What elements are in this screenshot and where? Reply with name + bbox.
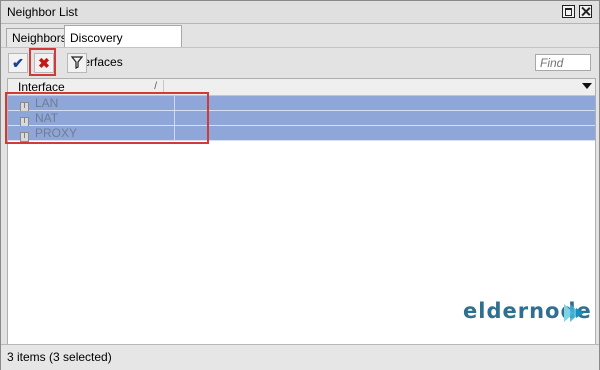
play-arrow-icon (564, 304, 584, 322)
tab-neighbors[interactable]: Neighbors (6, 28, 68, 47)
maximize-button[interactable] (562, 5, 575, 18)
rows-highlight (5, 92, 209, 144)
enable-button[interactable]: ✔ (8, 53, 28, 73)
checkmark-icon: ✔ (12, 55, 24, 71)
column-menu-arrow-icon[interactable] (582, 83, 592, 89)
window-title: Neighbor List (7, 5, 78, 19)
status-bar: 3 items (3 selected) (1, 344, 599, 370)
status-text: 3 items (3 selected) (7, 350, 112, 364)
filter-button[interactable] (67, 53, 87, 73)
neighbor-list-window: Neighbor List Neighbors Discovery Interf… (0, 0, 600, 370)
title-bar: Neighbor List (1, 1, 599, 24)
watermark-part1: elder (463, 299, 530, 323)
close-button[interactable] (579, 5, 592, 18)
funnel-icon (70, 56, 84, 69)
tab-discovery-interfaces[interactable]: Discovery Interfaces (64, 25, 182, 69)
disable-button-highlight (29, 48, 56, 76)
toolbar-divider (1, 47, 599, 48)
find-input[interactable] (535, 54, 591, 71)
